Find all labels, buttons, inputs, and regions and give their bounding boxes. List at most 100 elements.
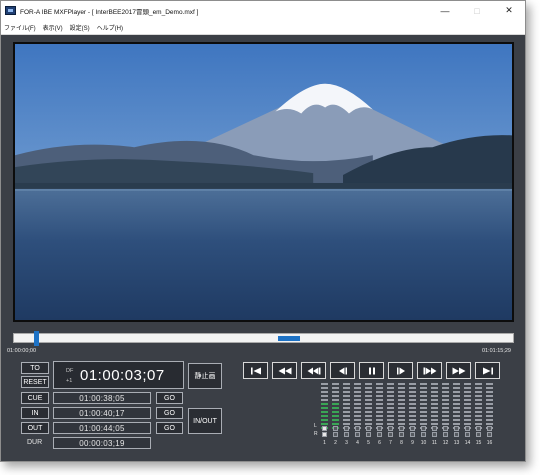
fast-forward-button[interactable] — [446, 362, 471, 379]
meter-channel-number: 10 — [420, 440, 427, 446]
meter-channel-9-l-indicator[interactable] — [410, 426, 415, 431]
meter-segment — [332, 411, 339, 413]
meter-segment — [332, 391, 339, 393]
reset-button[interactable]: RESET — [21, 376, 49, 388]
meter-channel-13-r-indicator[interactable] — [454, 432, 459, 437]
meter-channel-7-l-indicator[interactable] — [388, 426, 393, 431]
meter-segment — [343, 399, 350, 401]
meter-segment — [409, 403, 416, 405]
meter-channel-13-l-indicator[interactable] — [454, 426, 459, 431]
cue-button[interactable]: CUE — [21, 392, 49, 404]
meter-segment — [409, 391, 416, 393]
meter-segment — [332, 403, 339, 405]
out-go-button[interactable]: GO — [156, 422, 183, 434]
meter-channel-3-l-indicator[interactable] — [344, 426, 349, 431]
meter-segment — [365, 391, 372, 393]
meter-segment — [486, 383, 493, 385]
rewind-button[interactable] — [301, 362, 326, 379]
meter-channel-12-l-indicator[interactable] — [443, 426, 448, 431]
still-image-button[interactable]: 静止画 — [188, 363, 222, 389]
meter-segment — [431, 403, 438, 405]
title-bar[interactable]: FOR-A IBE MXFPlayer - [ InterBEE2017冒頭_e… — [1, 1, 525, 20]
in-go-button[interactable]: GO — [156, 407, 183, 419]
meter-channel-8-l-indicator[interactable] — [399, 426, 404, 431]
go-to-end-button[interactable] — [475, 362, 500, 379]
forward-button[interactable] — [417, 362, 442, 379]
meter-channel-6-l-indicator[interactable] — [377, 426, 382, 431]
timeline-playhead[interactable] — [34, 331, 39, 346]
meter-channel-11-l-indicator[interactable] — [432, 426, 437, 431]
meter-channel-5-r-indicator[interactable] — [366, 432, 371, 437]
meter-segment — [486, 391, 493, 393]
menu-settings[interactable]: 設定(S) — [70, 23, 90, 32]
meter-channel-14-l-indicator[interactable] — [465, 426, 470, 431]
meter-channel-4 — [354, 383, 361, 431]
in-button[interactable]: IN — [21, 407, 49, 419]
in-timecode-field[interactable]: 01:00:40;17 — [53, 407, 151, 419]
meter-channel-2-r-indicator[interactable] — [333, 432, 338, 437]
meter-segment — [332, 387, 339, 389]
out-button[interactable]: OUT — [21, 422, 49, 434]
meter-segment — [321, 391, 328, 393]
meter-segment — [486, 387, 493, 389]
minimize-button[interactable]: — — [429, 1, 461, 20]
meter-segment — [365, 411, 372, 413]
close-button[interactable]: ✕ — [493, 1, 525, 20]
meter-channel-7-r-indicator[interactable] — [388, 432, 393, 437]
timeline-seekbar[interactable] — [13, 331, 514, 346]
cue-go-button[interactable]: GO — [156, 392, 183, 404]
meter-channel-5-l-indicator[interactable] — [366, 426, 371, 431]
menu-view[interactable]: 表示(V) — [43, 23, 63, 32]
meter-segment — [365, 395, 372, 397]
menu-help[interactable]: ヘルプ(H) — [97, 23, 123, 32]
meter-segment — [420, 419, 427, 421]
meter-channel-15-l-indicator[interactable] — [476, 426, 481, 431]
menu-file[interactable]: ファイル(F) — [4, 23, 36, 32]
meter-channel-10-l-indicator[interactable] — [421, 426, 426, 431]
meter-channel-1-l-indicator[interactable] — [322, 426, 327, 431]
meter-segment — [321, 403, 328, 405]
meter-channel-11-r-indicator[interactable] — [432, 432, 437, 437]
meter-channel-10-r-indicator[interactable] — [421, 432, 426, 437]
meter-channel-12-r-indicator[interactable] — [443, 432, 448, 437]
in-out-button[interactable]: IN/OUT — [188, 408, 222, 434]
meter-segment — [376, 387, 383, 389]
step-forward-button[interactable] — [388, 362, 413, 379]
meter-channel-9-r-indicator[interactable] — [410, 432, 415, 437]
meter-channel-8-r-indicator[interactable] — [399, 432, 404, 437]
drop-frame-indicator: DF — [66, 368, 74, 374]
meter-segment — [398, 391, 405, 393]
meter-segment — [453, 403, 460, 405]
meter-segment — [343, 383, 350, 385]
meter-channel-6-r-indicator[interactable] — [377, 432, 382, 437]
meter-channel-16-r-indicator[interactable] — [487, 432, 492, 437]
meter-channel-number: 6 — [378, 440, 381, 446]
pause-button[interactable] — [359, 362, 384, 379]
meter-channel-3-r-indicator[interactable] — [344, 432, 349, 437]
cue-timecode-field[interactable]: 01:00:38;05 — [53, 392, 151, 404]
app-icon — [5, 6, 16, 15]
meter-segment — [376, 391, 383, 393]
meter-channel-number: 3 — [345, 440, 348, 446]
meter-channel-4-l-indicator[interactable] — [355, 426, 360, 431]
meter-channel-2-l-indicator[interactable] — [333, 426, 338, 431]
meter-segment — [332, 419, 339, 421]
meter-channel-14-r-indicator[interactable] — [465, 432, 470, 437]
meter-channel-4-r-indicator[interactable] — [355, 432, 360, 437]
meter-segment — [431, 399, 438, 401]
fast-rewind-button[interactable] — [272, 362, 297, 379]
meter-segment — [409, 399, 416, 401]
meter-segment — [464, 403, 471, 405]
meter-channel-16-l-indicator[interactable] — [487, 426, 492, 431]
step-back-button[interactable] — [330, 362, 355, 379]
maximize-button[interactable]: □ — [461, 1, 493, 20]
meter-channel-1-r-indicator[interactable] — [322, 432, 327, 437]
meter-segment — [420, 407, 427, 409]
meter-channel-15-r-indicator[interactable] — [476, 432, 481, 437]
out-timecode-field[interactable]: 01:00:44;05 — [53, 422, 151, 434]
current-timecode: 01:00:03;07 — [80, 367, 165, 384]
meter-segment — [365, 403, 372, 405]
to-button[interactable]: TO — [21, 362, 49, 374]
meter-segment — [475, 415, 482, 417]
go-to-start-button[interactable] — [243, 362, 268, 379]
